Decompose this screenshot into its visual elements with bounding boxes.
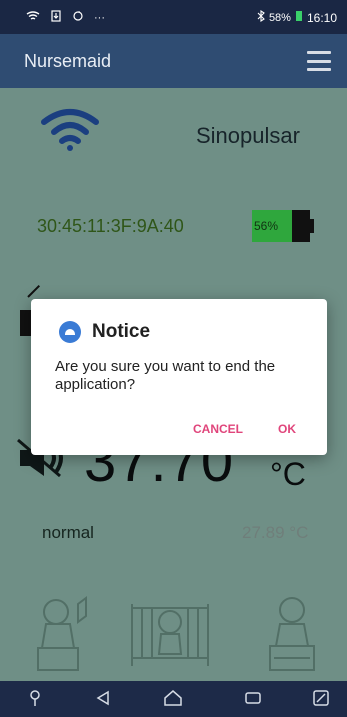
more-icon: ···	[94, 11, 105, 24]
download-icon	[50, 10, 62, 25]
notice-dialog: Notice Are you sure you want to end the …	[31, 299, 327, 455]
rotate-icon[interactable]	[312, 689, 330, 713]
dialog-message: Are you sure you want to end the applica…	[55, 358, 276, 393]
ok-button[interactable]: OK	[278, 422, 296, 436]
dialog-title: Notice	[92, 321, 151, 342]
status-bar-right: 58% 16:10	[257, 9, 337, 25]
location-icon[interactable]	[28, 689, 42, 713]
battery-percent: 58%	[268, 11, 291, 24]
navigation-bar	[0, 681, 347, 717]
battery-icon	[295, 10, 303, 25]
back-icon[interactable]	[94, 689, 112, 713]
android-icon	[59, 321, 81, 343]
wifi-icon	[26, 11, 40, 24]
home-icon[interactable]	[163, 689, 183, 713]
sync-icon	[72, 10, 84, 25]
cancel-button[interactable]: CANCEL	[193, 422, 243, 436]
recents-icon[interactable]	[244, 689, 262, 713]
clock: 16:10	[306, 10, 337, 25]
status-bar-left: ···	[26, 10, 105, 25]
status-bar: ··· 58% 16:10	[0, 0, 347, 34]
bluetooth-icon	[257, 9, 265, 25]
